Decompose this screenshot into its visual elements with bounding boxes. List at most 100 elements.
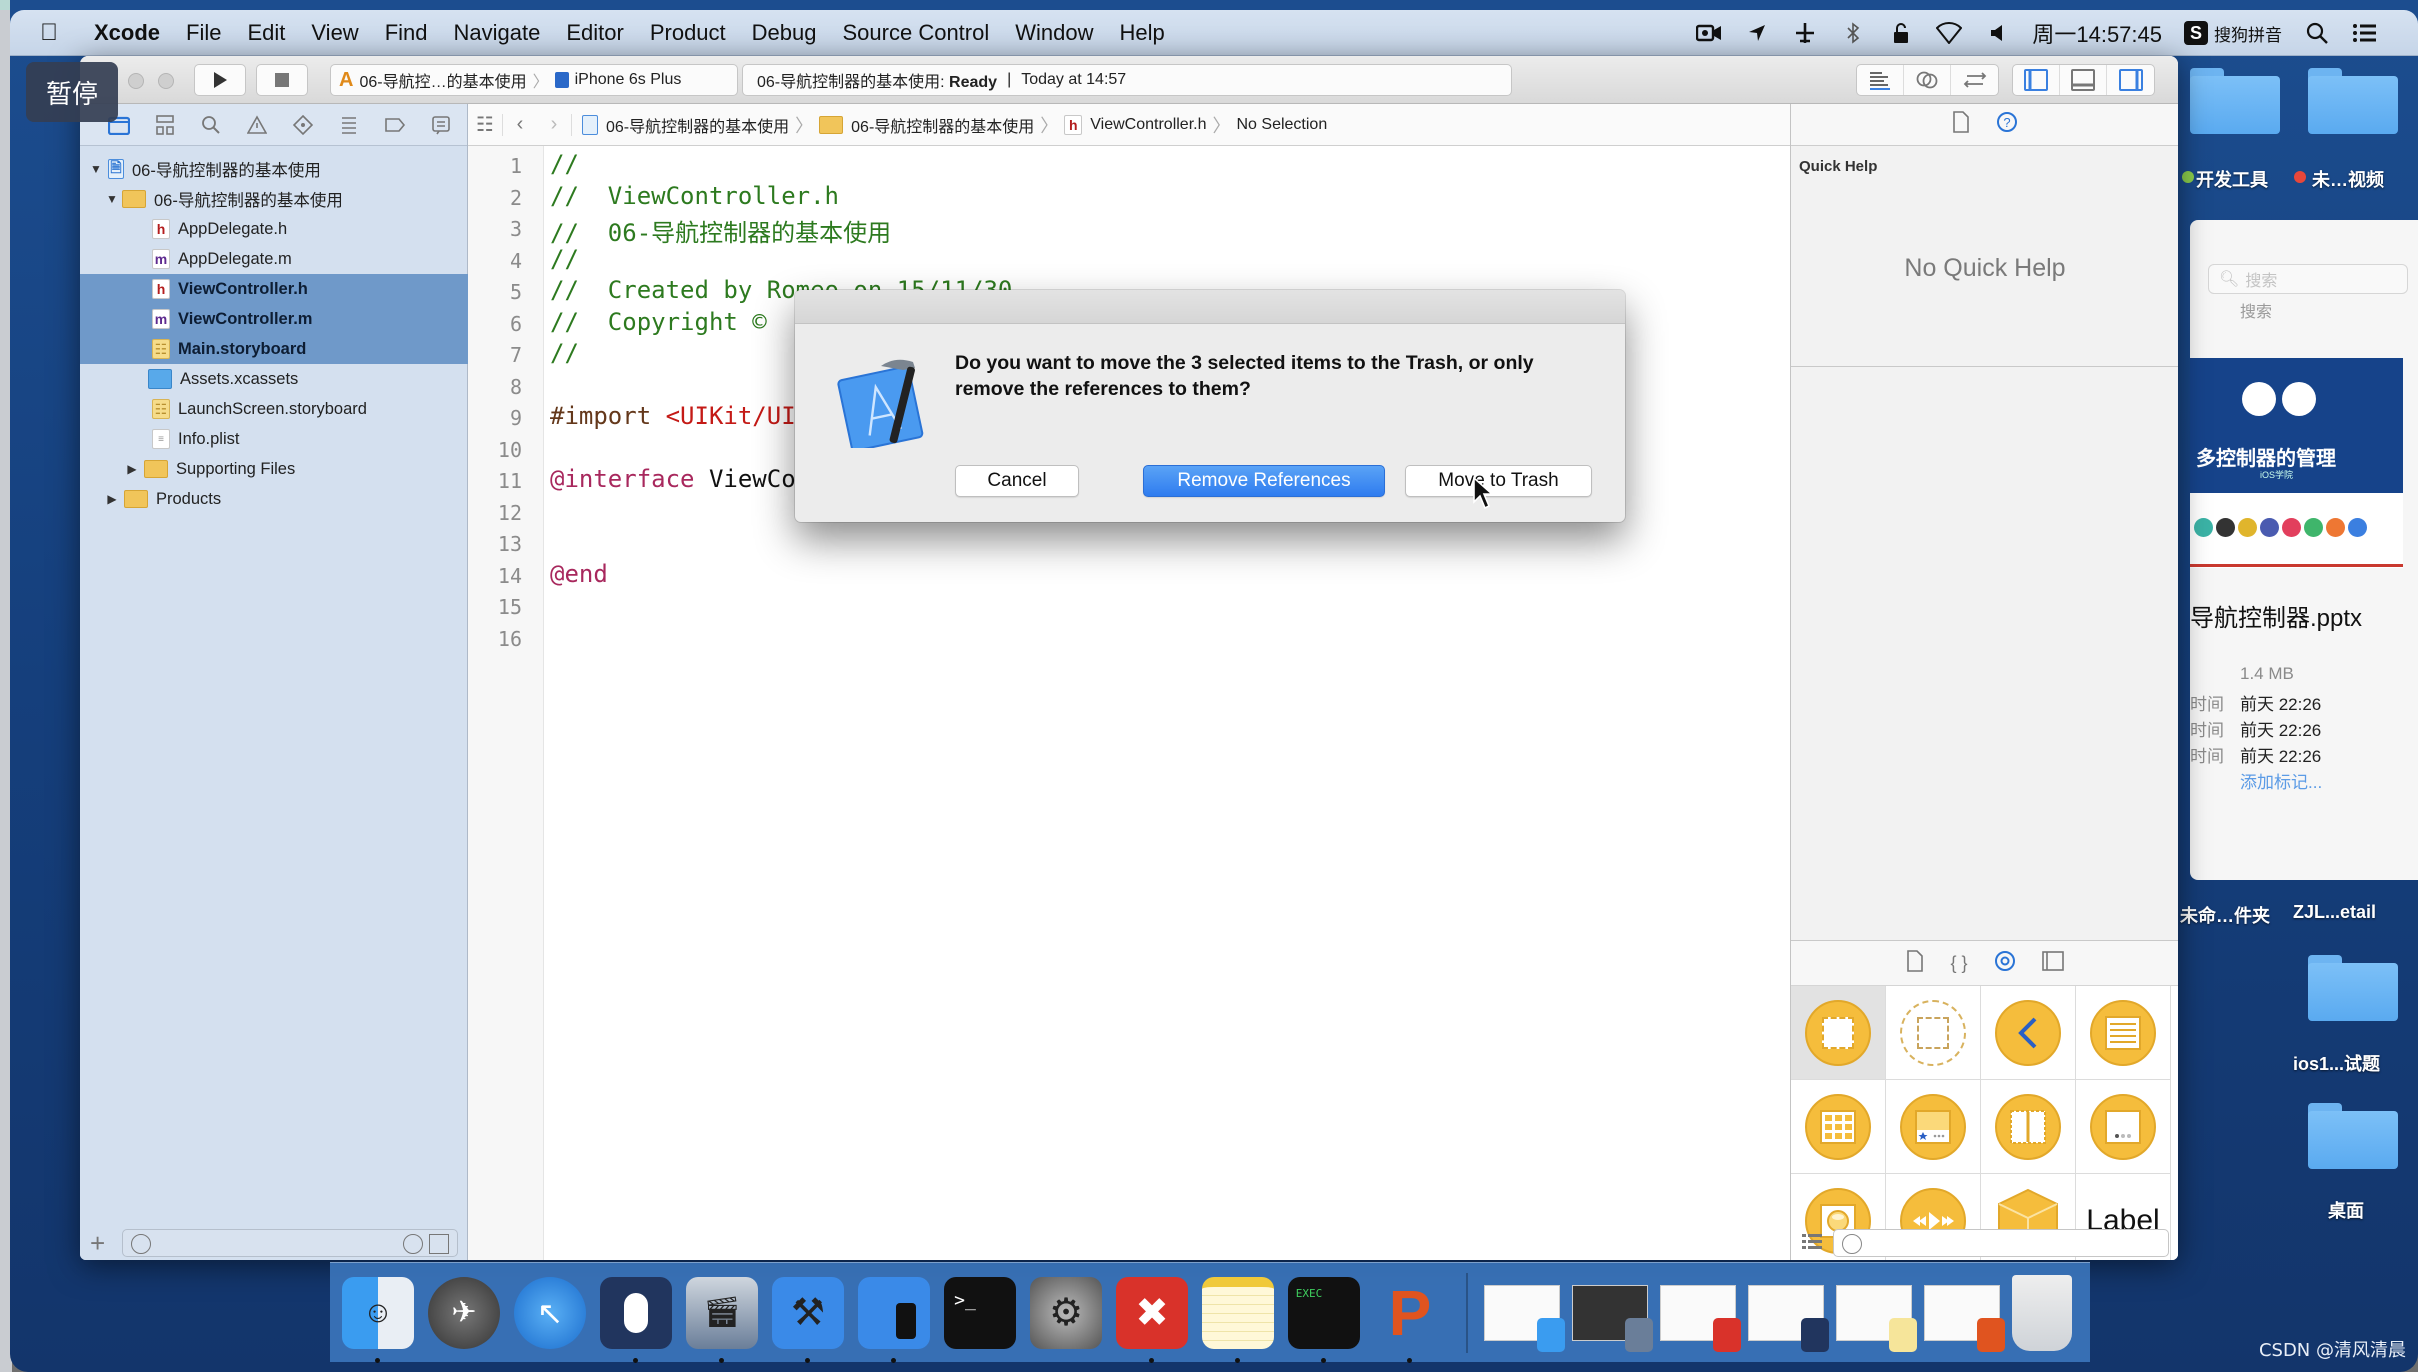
dock-minimized-window[interactable] <box>1924 1284 2005 1352</box>
dock-minimized-window[interactable] <box>1660 1284 1741 1352</box>
forward-button[interactable]: › <box>537 113 571 136</box>
library-item-collection-view-controller[interactable] <box>1791 1080 1886 1174</box>
menu-find[interactable]: Find <box>385 20 428 46</box>
breadcrumb-symbol[interactable]: No Selection <box>1237 116 1328 134</box>
assistant-editor-button[interactable] <box>1904 65 1951 95</box>
dock-minimized-window[interactable] <box>1748 1284 1829 1352</box>
recent-files-icon[interactable] <box>403 1234 423 1254</box>
breadcrumb-group[interactable]: 06-导航控制器的基本使用 <box>819 113 1034 137</box>
disclosure-expanded-icon[interactable]: ▼ <box>88 162 104 176</box>
issue-navigator-tab[interactable] <box>234 110 280 140</box>
tree-item-file-selected[interactable]: m ViewController.m <box>80 304 468 334</box>
library-item-navigation-controller[interactable] <box>1981 986 2076 1080</box>
remove-references-button[interactable]: Remove References <box>1143 465 1385 497</box>
tree-item-group[interactable]: ▶ Supporting Files <box>80 454 468 484</box>
pause-overlay-label[interactable]: 暂停 <box>26 62 118 122</box>
tree-item-project[interactable]: ▼ 🗎︎ 06-导航控制器的基本使用 <box>80 154 468 184</box>
test-navigator-tab[interactable] <box>280 110 326 140</box>
dock-minimized-window[interactable] <box>1836 1284 1917 1352</box>
scheme-selector[interactable]: A 06-导航控…的基本使用 〉 iPhone 6s Plus <box>330 64 738 96</box>
tree-item-file[interactable]: ☷ LaunchScreen.storyboard <box>80 394 468 424</box>
library-item-page-view-controller[interactable] <box>2076 1080 2171 1174</box>
menu-help[interactable]: Help <box>1120 20 1165 46</box>
list-view-toggle-icon[interactable] <box>1801 1232 1823 1257</box>
move-to-trash-button[interactable]: Move to Trash <box>1405 465 1592 497</box>
find-navigator-tab[interactable] <box>188 110 234 140</box>
menu-source-control[interactable]: Source Control <box>843 20 990 46</box>
desktop-folder[interactable] <box>2308 68 2398 134</box>
version-editor-button[interactable] <box>1951 65 1998 95</box>
breadcrumb-project[interactable]: 06-导航控制器的基本使用 <box>582 113 789 137</box>
close-window-button[interactable] <box>128 73 144 89</box>
dock-finder-icon[interactable]: ☺ <box>342 1276 414 1363</box>
apple-menu-icon[interactable]:  <box>40 19 76 47</box>
lock-icon[interactable] <box>1888 21 1914 45</box>
input-method[interactable]: S 搜狗拼音 <box>2184 21 2282 46</box>
menu-file[interactable]: File <box>186 20 221 46</box>
library-item-storyboard-reference[interactable] <box>1886 986 1981 1080</box>
library-item-table-view-controller[interactable] <box>2076 986 2171 1080</box>
report-navigator-tab[interactable] <box>418 110 464 140</box>
menu-window[interactable]: Window <box>1015 20 1093 46</box>
dock-trash-icon[interactable] <box>2012 1274 2072 1351</box>
dock-notes-icon[interactable] <box>1202 1276 1274 1363</box>
library-item-view-controller[interactable] <box>1791 986 1886 1080</box>
dock-minimized-window[interactable] <box>1484 1284 1565 1352</box>
code-snippet-library-tab[interactable]: { } <box>1950 953 1967 974</box>
stop-button[interactable] <box>256 64 308 96</box>
airplane-icon[interactable] <box>1792 21 1818 45</box>
toggle-navigator-button[interactable] <box>2013 65 2060 95</box>
menu-app[interactable]: Xcode <box>94 20 160 46</box>
file-inspector-tab[interactable] <box>1952 111 1970 138</box>
library-item-split-view-controller[interactable] <box>1981 1080 2076 1174</box>
screen-record-icon[interactable] <box>1696 21 1722 45</box>
tree-item-group[interactable]: ▼ 06-导航控制器的基本使用 <box>80 184 468 214</box>
notification-center-icon[interactable] <box>2352 21 2378 45</box>
media-library-tab[interactable] <box>2041 950 2064 976</box>
filter-scope-icon[interactable] <box>131 1234 151 1254</box>
tree-item-file-selected[interactable]: h ViewController.h <box>80 274 468 304</box>
menu-debug[interactable]: Debug <box>752 20 817 46</box>
toggle-debug-area-button[interactable] <box>2060 65 2107 95</box>
dock-powerpoint-icon[interactable]: P <box>1374 1277 1446 1363</box>
file-template-library-tab[interactable] <box>1906 949 1924 977</box>
menu-product[interactable]: Product <box>650 20 726 46</box>
scm-filter-icon[interactable] <box>429 1234 449 1254</box>
back-button[interactable]: ‹ <box>503 113 537 136</box>
cancel-button[interactable]: Cancel <box>955 465 1079 497</box>
bluetooth-icon[interactable] <box>1840 21 1866 45</box>
library-item-tab-bar-controller[interactable] <box>1886 1080 1981 1174</box>
clock[interactable]: 周一14:57:45 <box>2032 17 2162 49</box>
dock-simulator-icon[interactable] <box>858 1276 930 1363</box>
dock-xcode-icon[interactable]: ⚒ <box>772 1276 844 1363</box>
tree-item-group[interactable]: ▶ Products <box>80 484 468 514</box>
object-library-tab[interactable] <box>1994 950 2016 977</box>
add-tag-link[interactable]: 添加标记... <box>2240 768 2322 793</box>
finder-search-field[interactable]: 🔍︎ 搜索 <box>2208 264 2408 294</box>
dock-system-preferences-icon[interactable]: ⚙ <box>1030 1276 1102 1349</box>
tree-item-file[interactable]: m AppDelegate.m <box>80 244 468 274</box>
standard-editor-button[interactable] <box>1857 65 1904 95</box>
dock-safari-icon[interactable]: ↖ <box>514 1276 586 1349</box>
dock-mouse-app-icon[interactable] <box>600 1276 672 1363</box>
toggle-utilities-button[interactable] <box>2107 65 2154 95</box>
menu-editor[interactable]: Editor <box>566 20 623 46</box>
dock-terminal-icon[interactable]: >_ <box>944 1276 1016 1349</box>
tree-item-file-selected[interactable]: ☷ Main.storyboard <box>80 334 468 364</box>
disclosure-collapsed-icon[interactable]: ▶ <box>124 462 140 476</box>
desktop-folder[interactable] <box>2308 1103 2398 1169</box>
breakpoint-navigator-tab[interactable] <box>372 110 418 140</box>
minimize-window-button[interactable] <box>158 73 174 89</box>
debug-navigator-tab[interactable] <box>326 110 372 140</box>
dock-movie-app-icon[interactable]: 🎬︎ <box>686 1276 758 1363</box>
volume-icon[interactable] <box>1984 21 2010 45</box>
library-filter-field[interactable] <box>1833 1229 2169 1257</box>
breadcrumb-file[interactable]: h ViewController.h <box>1064 114 1207 135</box>
related-items-icon[interactable]: ☷ <box>468 112 502 137</box>
menu-view[interactable]: View <box>311 20 358 46</box>
dock-console-icon[interactable]: EXEC <box>1288 1276 1360 1363</box>
symbol-navigator-tab[interactable] <box>142 110 188 140</box>
desktop-folder[interactable] <box>2190 68 2280 134</box>
run-button[interactable] <box>194 64 246 96</box>
menu-navigate[interactable]: Navigate <box>454 20 541 46</box>
